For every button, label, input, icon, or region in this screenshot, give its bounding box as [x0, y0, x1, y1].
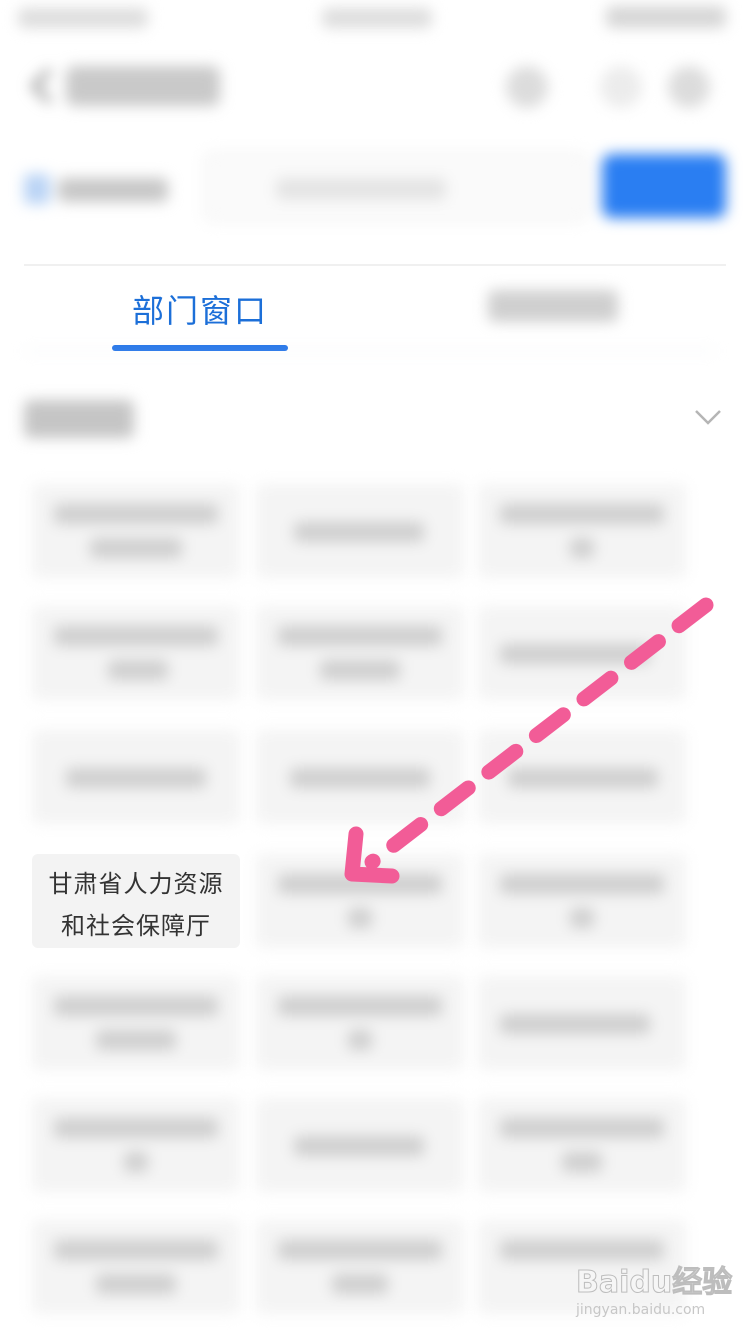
- close-icon[interactable]: [668, 66, 710, 108]
- department-item[interactable]: [32, 730, 240, 824]
- department-item[interactable]: [478, 976, 686, 1070]
- department-name-line-2: 和社会保障厅: [61, 912, 211, 940]
- department-item[interactable]: [478, 854, 686, 948]
- search-placeholder: [276, 178, 446, 200]
- status-bar: [0, 0, 750, 44]
- battery-indicator: [606, 6, 726, 28]
- department-item[interactable]: [256, 484, 464, 578]
- region-label: [58, 178, 168, 202]
- more-icon[interactable]: [506, 66, 548, 108]
- department-item[interactable]: [478, 484, 686, 578]
- navigation-bar: [0, 44, 750, 134]
- baidu-jingyan-watermark: Baidu经验 jingyan.baidu.com: [572, 1252, 742, 1322]
- watermark-brand: Baidu经验: [576, 1265, 732, 1300]
- department-item[interactable]: [478, 606, 686, 700]
- region-selector[interactable]: [24, 174, 184, 204]
- department-item[interactable]: [478, 1098, 686, 1192]
- department-item[interactable]: [256, 606, 464, 700]
- search-row: [0, 148, 750, 228]
- department-item[interactable]: [32, 484, 240, 578]
- department-item[interactable]: [32, 606, 240, 700]
- tab-other[interactable]: [488, 290, 618, 322]
- department-item[interactable]: [256, 730, 464, 824]
- watermark-url: jingyan.baidu.com: [575, 1302, 705, 1318]
- minimize-icon[interactable]: [600, 66, 642, 108]
- search-button[interactable]: [602, 154, 726, 218]
- department-item[interactable]: [256, 854, 464, 948]
- status-time: [322, 8, 432, 28]
- department-item[interactable]: [256, 1220, 464, 1314]
- department-name-line-1: 甘肃省人力资源: [48, 870, 224, 898]
- department-item-gansu-hrss[interactable]: 甘肃省人力资源 和社会保障厅: [32, 854, 240, 948]
- chevron-down-icon[interactable]: [694, 405, 722, 429]
- header-divider: [24, 264, 726, 266]
- department-item[interactable]: [32, 976, 240, 1070]
- carrier-info: [18, 8, 148, 28]
- department-item[interactable]: [32, 1098, 240, 1192]
- department-item[interactable]: [478, 730, 686, 824]
- department-item[interactable]: [32, 1220, 240, 1314]
- search-input[interactable]: [204, 152, 588, 222]
- tab-divider: [24, 350, 716, 352]
- baidu-paw-icon: Baidu经验 jingyan.baidu.com: [575, 1265, 733, 1319]
- department-item[interactable]: [256, 1098, 464, 1192]
- section-title: [24, 400, 134, 438]
- page-title: [66, 66, 220, 106]
- location-icon: [24, 174, 50, 204]
- tab-department-window[interactable]: 部门窗口: [112, 286, 288, 332]
- department-item[interactable]: [256, 976, 464, 1070]
- back-arrow-icon[interactable]: [26, 66, 60, 106]
